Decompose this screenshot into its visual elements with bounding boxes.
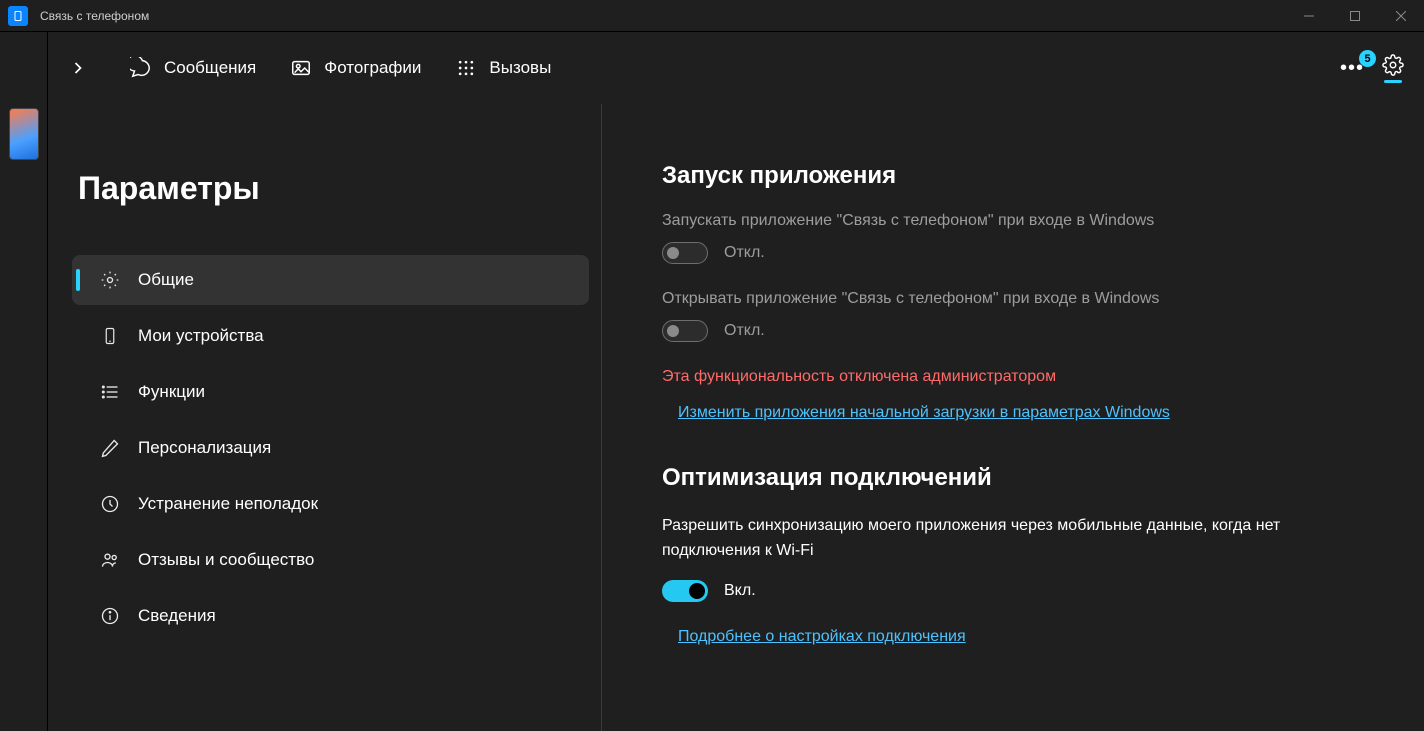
- gear-icon: [100, 270, 120, 290]
- launch-on-signin-toggle-label: Откл.: [724, 244, 765, 262]
- startup-apps-link[interactable]: Изменить приложения начальной загрузки в…: [678, 404, 1170, 422]
- notification-badge: 5: [1359, 50, 1376, 67]
- sidebar-item-label: Устранение неполадок: [138, 494, 318, 514]
- admin-disabled-warning: Эта функциональность отключена администр…: [662, 368, 1364, 386]
- sidebar-item-features[interactable]: Функции: [72, 367, 589, 417]
- top-tabs: Сообщения Фотографии Вызовы ••• 5: [48, 32, 1424, 104]
- device-thumbnail[interactable]: [9, 108, 39, 160]
- settings-pane: Запуск приложения Запускать приложение "…: [602, 104, 1424, 731]
- mobile-sync-desc: Разрешить синхронизацию моего приложения…: [662, 514, 1364, 564]
- wrench-icon: [100, 494, 120, 514]
- tab-photos-label: Фотографии: [324, 58, 421, 78]
- sidebar-item-label: Мои устройства: [138, 326, 264, 346]
- app-icon: [8, 6, 28, 26]
- settings-sidebar: Параметры Общие Мои устройства: [48, 104, 602, 731]
- window-title: Связь с телефоном: [40, 9, 149, 23]
- sidebar-item-troubleshooting[interactable]: Устранение неполадок: [72, 479, 589, 529]
- sidebar-item-about[interactable]: Сведения: [72, 591, 589, 641]
- tab-messages[interactable]: Сообщения: [130, 57, 256, 79]
- maximize-button[interactable]: [1332, 0, 1378, 32]
- list-icon: [100, 382, 120, 402]
- launch-on-signin-desc: Запускать приложение "Связь с телефоном"…: [662, 212, 1364, 230]
- tab-photos[interactable]: Фотографии: [290, 57, 421, 79]
- page-title: Параметры: [78, 170, 589, 207]
- sidebar-item-label: Общие: [138, 270, 194, 290]
- tab-messages-label: Сообщения: [164, 58, 256, 78]
- settings-button[interactable]: [1382, 54, 1404, 83]
- people-icon: [100, 550, 120, 570]
- sidebar-item-label: Сведения: [138, 606, 216, 626]
- section-app-launch-title: Запуск приложения: [662, 162, 1364, 190]
- open-on-signin-desc: Открывать приложение "Связь с телефоном"…: [662, 290, 1364, 308]
- minimize-button[interactable]: [1286, 0, 1332, 32]
- sidebar-item-general[interactable]: Общие: [72, 255, 589, 305]
- more-button[interactable]: ••• 5: [1340, 60, 1364, 76]
- phone-icon: [100, 326, 120, 346]
- connection-settings-link[interactable]: Подробнее о настройках подключения: [678, 628, 966, 646]
- pen-icon: [100, 438, 120, 458]
- device-rail: [0, 32, 48, 731]
- sidebar-item-devices[interactable]: Мои устройства: [72, 311, 589, 361]
- nav-chevron-icon[interactable]: [68, 57, 90, 79]
- sidebar-item-label: Персонализация: [138, 438, 271, 458]
- section-connection-opt-title: Оптимизация подключений: [662, 464, 1364, 492]
- sidebar-item-feedback[interactable]: Отзывы и сообщество: [72, 535, 589, 585]
- mobile-sync-toggle-label: Вкл.: [724, 582, 756, 600]
- open-on-signin-toggle[interactable]: [662, 320, 708, 342]
- open-on-signin-toggle-label: Откл.: [724, 322, 765, 340]
- tab-calls-label: Вызовы: [489, 58, 551, 78]
- messages-icon: [130, 57, 152, 79]
- titlebar: Связь с телефоном: [0, 0, 1424, 32]
- close-button[interactable]: [1378, 0, 1424, 32]
- tab-calls[interactable]: Вызовы: [455, 57, 551, 79]
- info-icon: [100, 606, 120, 626]
- mobile-sync-toggle[interactable]: [662, 580, 708, 602]
- launch-on-signin-toggle[interactable]: [662, 242, 708, 264]
- gear-icon: [1382, 54, 1404, 76]
- sidebar-item-label: Функции: [138, 382, 205, 402]
- photos-icon: [290, 57, 312, 79]
- sidebar-item-personalization[interactable]: Персонализация: [72, 423, 589, 473]
- settings-active-indicator: [1384, 80, 1402, 83]
- dialpad-icon: [455, 57, 477, 79]
- sidebar-item-label: Отзывы и сообщество: [138, 550, 314, 570]
